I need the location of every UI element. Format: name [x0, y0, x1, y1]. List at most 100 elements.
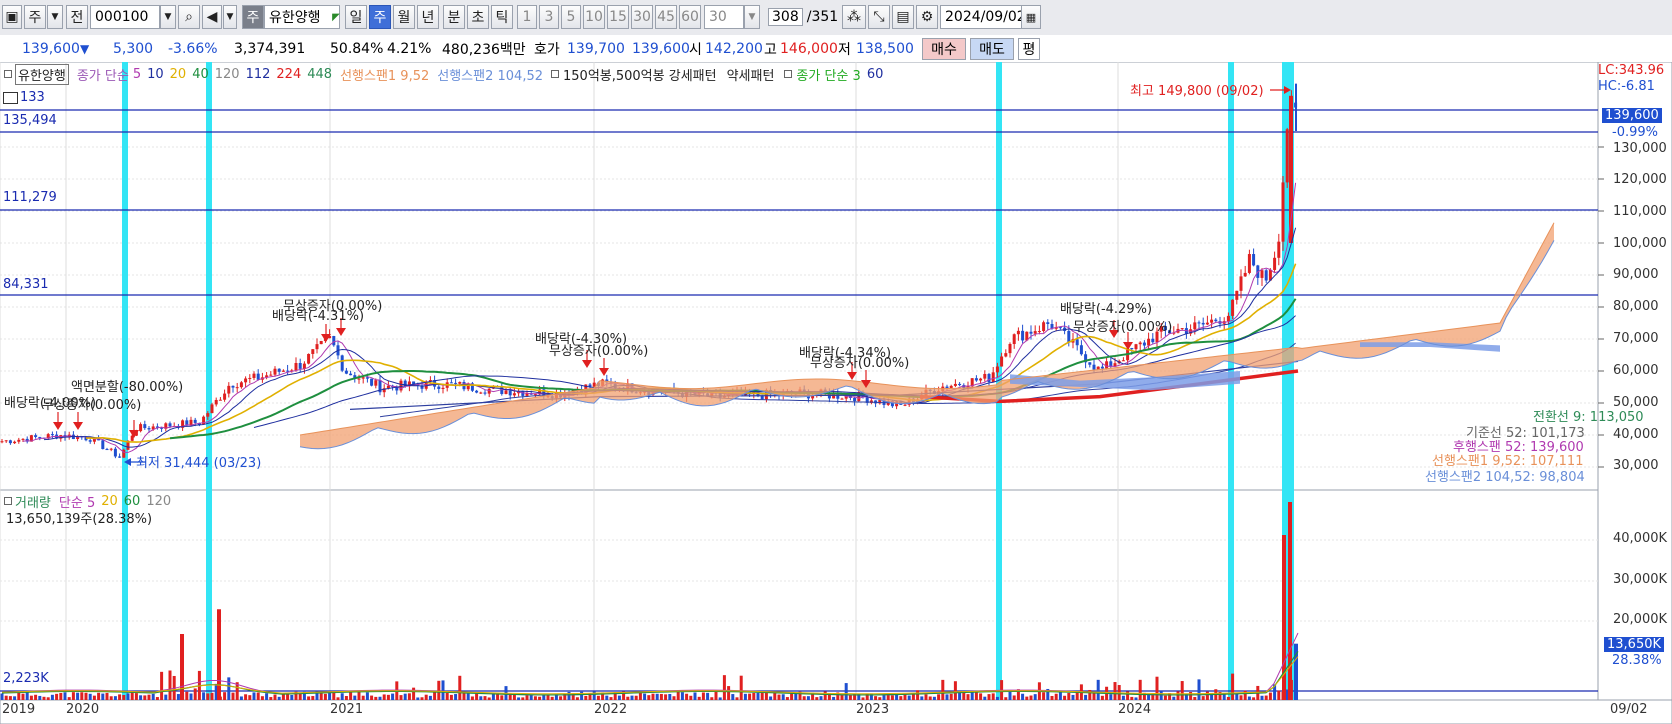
- interval-3[interactable]: 3: [539, 5, 559, 29]
- speaker-icon[interactable]: ◀: [202, 5, 222, 29]
- volume-bar: [525, 695, 529, 700]
- price-legend: 유한양행 종가 단순 5 10 20 40 120 112 224 448 선행…: [0, 63, 883, 85]
- code-dropdown-icon[interactable]: ▼: [160, 5, 176, 29]
- interval-30[interactable]: 30: [631, 5, 653, 29]
- legend-toggle-icon[interactable]: [4, 70, 12, 78]
- candle: [1134, 344, 1138, 350]
- speaker-dropdown-icon[interactable]: ▼: [223, 5, 237, 29]
- x-tick: 2019: [2, 702, 36, 717]
- volume-bar: [1226, 696, 1230, 700]
- buy-button[interactable]: 매수: [922, 38, 966, 60]
- candle: [294, 363, 298, 371]
- tab-month[interactable]: 월: [393, 5, 415, 29]
- candle: [244, 378, 248, 383]
- candle: [239, 382, 243, 388]
- volume-bar: [710, 697, 714, 700]
- volume-toggle-icon[interactable]: [4, 497, 12, 505]
- interval-10[interactable]: 10: [583, 5, 605, 29]
- candle: [252, 373, 256, 378]
- candle: [160, 427, 164, 429]
- y-tick: 90,000: [1613, 267, 1659, 282]
- line-tool-icon[interactable]: ⤡: [868, 5, 890, 29]
- stock-code-input[interactable]: 000100: [90, 5, 160, 29]
- tab-tick[interactable]: 틱: [491, 5, 513, 29]
- volume-bar: [1121, 695, 1125, 700]
- candle: [311, 349, 315, 354]
- volume-bar: [206, 693, 210, 700]
- volume-bar: [180, 634, 184, 700]
- volume-bar: [1222, 694, 1226, 700]
- ask-price: 139,700: [567, 41, 625, 57]
- current-price: 139,600: [22, 41, 80, 57]
- candle: [147, 428, 151, 430]
- interval-60[interactable]: 60: [679, 5, 701, 29]
- count-value[interactable]: 308: [768, 8, 803, 26]
- period-button[interactable]: 주: [24, 5, 46, 29]
- interval-1[interactable]: 1: [517, 5, 537, 29]
- tab-year[interactable]: 년: [417, 5, 439, 29]
- eval-button[interactable]: 평: [1018, 38, 1040, 60]
- legend-close3[interactable]: 종가 단순 3: [796, 65, 860, 84]
- volume-bar: [1138, 679, 1142, 700]
- count-total: /351: [806, 9, 839, 25]
- compare-button[interactable]: 전: [66, 5, 88, 29]
- volume-bar: [441, 680, 445, 700]
- volume-bar: [239, 696, 243, 700]
- volume-bar: [13, 696, 17, 700]
- volume-bar: [672, 696, 676, 700]
- calendar-icon[interactable]: ▦: [1021, 5, 1041, 29]
- candle: [1260, 270, 1264, 278]
- volume-tick: 40,000K: [1613, 531, 1668, 546]
- price-chart[interactable]: [0, 62, 1672, 724]
- date-field[interactable]: 2024/09/02: [940, 5, 1026, 29]
- tab-minute[interactable]: 분: [443, 5, 465, 29]
- volume-bar: [118, 694, 122, 700]
- table-icon[interactable]: [3, 91, 18, 104]
- candle: [1142, 342, 1146, 346]
- window-icon[interactable]: ▣: [2, 5, 22, 29]
- volume-bar: [97, 692, 101, 700]
- chevron-down-icon[interactable]: ▼: [47, 5, 63, 29]
- volume-bar: [1025, 696, 1029, 700]
- interval-dropdown-icon[interactable]: ▼: [744, 5, 760, 29]
- interval-15[interactable]: 15: [607, 5, 629, 29]
- tab-day[interactable]: 일: [345, 5, 367, 29]
- volume-bar: [1197, 679, 1201, 700]
- candle: [1021, 330, 1025, 341]
- volume-bar: [718, 697, 722, 700]
- change-amount: 5,300: [113, 41, 154, 57]
- tab-week[interactable]: 주: [369, 5, 391, 29]
- flag-icon: ◤: [332, 11, 340, 23]
- legend-stock-name[interactable]: 유한양행: [15, 63, 69, 85]
- candle: [454, 382, 458, 384]
- stock-name[interactable]: 유한양행: [264, 5, 340, 29]
- volume-bar: [336, 697, 340, 700]
- volume-bar: [1029, 695, 1033, 700]
- volume-bar: [1180, 681, 1184, 700]
- candle-settings-icon[interactable]: ⁂: [842, 5, 866, 29]
- candle: [458, 381, 462, 384]
- volume-bar: [521, 697, 525, 700]
- legend-pattern-weak[interactable]: 약세패턴: [727, 65, 775, 84]
- interval-45[interactable]: 45: [655, 5, 677, 29]
- candle: [269, 374, 273, 376]
- volume-bar: [319, 692, 323, 700]
- legend-pattern[interactable]: 150억봉,500억봉 강세패턴: [563, 65, 717, 84]
- candle: [475, 390, 479, 393]
- tab-second[interactable]: 초: [467, 5, 489, 29]
- sell-button[interactable]: 매도: [970, 38, 1014, 60]
- candle: [50, 434, 54, 436]
- close3-toggle-icon[interactable]: [784, 70, 793, 78]
- volume-bar: [840, 694, 844, 700]
- search-icon[interactable]: ⌕: [178, 5, 200, 29]
- candle: [139, 424, 143, 432]
- ask-label: 호가: [534, 42, 560, 58]
- legend-close-label[interactable]: 종가 단순: [77, 65, 129, 84]
- gear-icon[interactable]: ⚙: [916, 5, 938, 29]
- save-icon[interactable]: ▤: [892, 5, 914, 29]
- interval-5[interactable]: 5: [561, 5, 581, 29]
- interval-select[interactable]: 30: [704, 5, 744, 29]
- pattern-toggle-icon[interactable]: [551, 70, 559, 78]
- candle: [1075, 339, 1079, 346]
- low-price: 138,500: [856, 41, 914, 57]
